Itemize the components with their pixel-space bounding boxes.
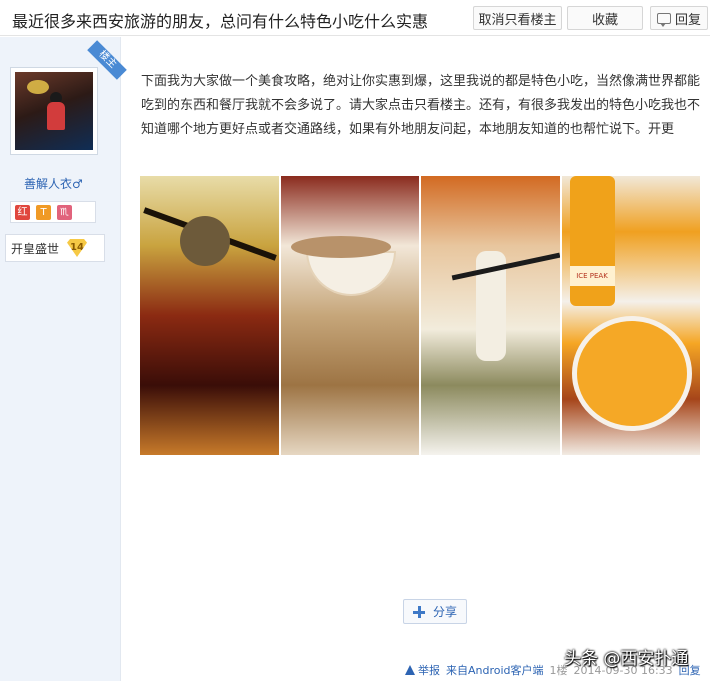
medal-bar: 红 T ♏ [10, 201, 96, 223]
comment-icon [656, 12, 671, 27]
watermark: 头条 @西安扑通 [564, 649, 689, 669]
reply-button-label: 回复 [674, 12, 701, 28]
avatar[interactable] [15, 72, 93, 150]
bottle-label: ICE PEAK [569, 266, 615, 286]
author-name-link[interactable]: 善解人衣♂ [24, 175, 83, 192]
plus-icon [412, 605, 425, 618]
avatar-light [27, 80, 49, 94]
level-box[interactable]: 开皇盛世 14 [5, 234, 105, 262]
favorite-button[interactable]: 收藏 [567, 6, 643, 30]
post-content: 下面我为大家做一个美食攻略，绝对让你实惠到爆，这里我说的都是特色小吃，当然像满世… [141, 74, 701, 137]
report-link[interactable]: 举报 [405, 662, 440, 678]
medal-red-icon[interactable]: 红 [15, 204, 30, 220]
noodle-plate-shape [571, 316, 692, 431]
share-label: 分享 [432, 605, 457, 619]
author-sidebar: 楼主 善解人衣♂ 红 T ♏ 开皇盛世 14 [0, 37, 127, 681]
medal-t-icon[interactable]: T [36, 204, 51, 220]
cancel-only-op-button[interactable]: 取消只看楼主 [473, 6, 562, 30]
medal-scorpio-icon[interactable]: ♏ [57, 204, 72, 220]
post-image-strip: ICE PEAK [140, 176, 700, 455]
avatar-frame[interactable] [10, 67, 98, 155]
food-image-3[interactable] [421, 176, 560, 455]
report-label: 举报 [418, 664, 440, 677]
food-image-4[interactable]: ICE PEAK [561, 176, 700, 455]
bottle-shape [569, 176, 615, 306]
client-source[interactable]: 来自Android客户端 [446, 662, 544, 678]
meatball-shape [180, 216, 230, 266]
spoon-shape [290, 236, 391, 258]
avatar-figure [47, 102, 65, 130]
reply-button[interactable]: 回复 [650, 6, 708, 30]
food-image-1[interactable] [140, 176, 279, 455]
warning-icon [405, 665, 416, 675]
level-name: 开皇盛世 [11, 241, 60, 256]
level-badge: 14 [67, 239, 88, 257]
thread-header: 最近很多来西安旅游的朋友，总问有什么特色小吃什么实惠 取消只看楼主 收藏 回复 [0, 0, 710, 36]
thread-title: 最近很多来西安旅游的朋友，总问有什么特色小吃什么实惠 [12, 12, 429, 31]
share-button[interactable]: 分享 [403, 599, 467, 624]
food-image-2[interactable] [280, 176, 419, 455]
